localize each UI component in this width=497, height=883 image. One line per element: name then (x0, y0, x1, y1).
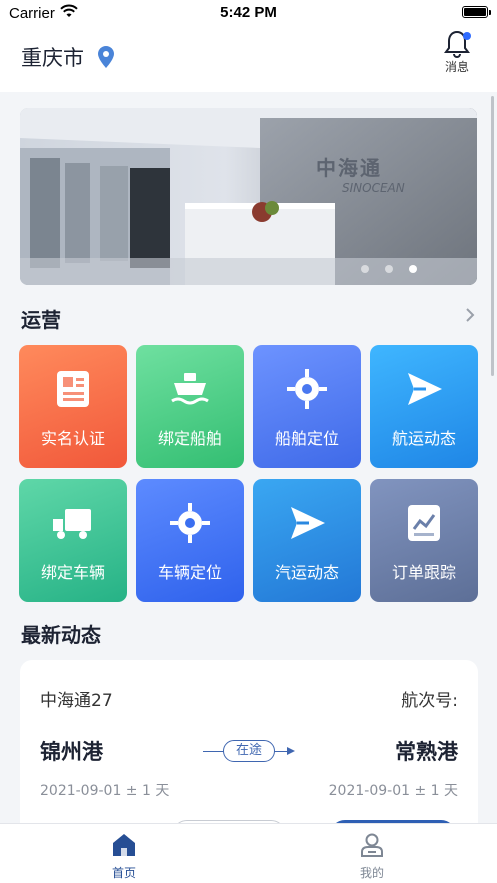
status-bar: Carrier 5:42 PM (0, 0, 497, 28)
tile-ship-location[interactable]: 船舶定位 (253, 345, 361, 468)
tile-shipping-status[interactable]: 航运动态 (370, 345, 478, 468)
scrollbar[interactable] (491, 96, 494, 376)
tile-order-tracking[interactable]: 订单跟踪 (370, 479, 478, 602)
truck-icon (53, 509, 91, 539)
lobby-photo (20, 108, 477, 285)
tile-label: 实名认证 (40, 429, 105, 448)
tile-road-transport-status[interactable]: 汽运动态 (253, 479, 361, 602)
city-selector[interactable]: 重庆市 (21, 42, 84, 72)
banner-sign-en: SINOCEAN (342, 181, 405, 195)
user-icon (361, 833, 383, 857)
tile-real-name-auth[interactable]: 实名认证 (19, 345, 127, 468)
chart-icon (408, 505, 440, 541)
carousel-dots (361, 265, 417, 273)
transit-indicator: 在途 (203, 740, 295, 764)
unread-dot (463, 32, 471, 40)
location-pin-icon[interactable] (98, 46, 114, 68)
send-icon (291, 507, 325, 539)
clock: 5:42 PM (220, 4, 277, 21)
tile-label: 汽运动态 (274, 563, 339, 582)
locate-icon (170, 503, 210, 543)
tab-home-label: 首页 (111, 866, 136, 880)
arrow-right-icon (287, 747, 295, 755)
destination-port: 常熟港 (395, 740, 458, 764)
tile-bind-ship[interactable]: 绑定船舶 (136, 345, 244, 468)
arrival-date: 2021-09-01 ± 1 天 (328, 783, 458, 799)
tab-bar: 首页 我的 (0, 823, 497, 883)
locate-icon (287, 369, 327, 409)
status-badge: 在途 (223, 740, 275, 762)
carousel-dot[interactable] (361, 265, 369, 273)
ship-icon (171, 373, 209, 405)
voyage-label: 航次号: (401, 691, 458, 711)
departure-date: 2021-09-01 ± 1 天 (40, 783, 170, 799)
banner-carousel[interactable]: 中海通 SINOCEAN (20, 108, 477, 285)
tab-mine[interactable]: 我的 (332, 832, 412, 881)
messages-button[interactable]: 消息 (437, 30, 477, 75)
send-icon (408, 373, 442, 405)
ship-name: 中海通27 (40, 691, 113, 711)
tile-label: 订单跟踪 (391, 563, 456, 582)
news-title: 最新动态 (21, 623, 101, 647)
home-icon (113, 834, 135, 856)
carousel-dot[interactable] (385, 265, 393, 273)
tile-label: 绑定车辆 (40, 563, 105, 582)
id-card-icon (57, 371, 89, 407)
news-card[interactable]: 中海通27 航次号: 锦州港 在途 常熟港 2021-09-01 ± 1 天 2… (20, 660, 478, 823)
battery-icon (462, 6, 491, 18)
banner-sign: 中海通 (316, 156, 382, 180)
tile-label: 航运动态 (391, 429, 456, 448)
chevron-right-icon[interactable] (465, 307, 475, 323)
origin-port: 锦州港 (40, 740, 103, 764)
tile-vehicle-location[interactable]: 车辆定位 (136, 479, 244, 602)
tab-mine-label: 我的 (359, 866, 384, 880)
tile-label: 船舶定位 (274, 429, 339, 448)
tile-label: 绑定船舶 (157, 429, 222, 448)
tab-home[interactable]: 首页 (84, 832, 164, 881)
tile-label: 车辆定位 (157, 563, 222, 582)
messages-label: 消息 (444, 60, 469, 74)
operations-title: 运营 (21, 308, 61, 332)
tile-bind-vehicle[interactable]: 绑定车辆 (19, 479, 127, 602)
app-header: 重庆市 消息 (0, 28, 497, 92)
home-scroll-area[interactable]: 中海通 SINOCEAN 运营 实名认证 绑定船舶 船舶定位 航运动态 绑定车辆… (0, 92, 497, 823)
carousel-dot-active[interactable] (409, 265, 417, 273)
